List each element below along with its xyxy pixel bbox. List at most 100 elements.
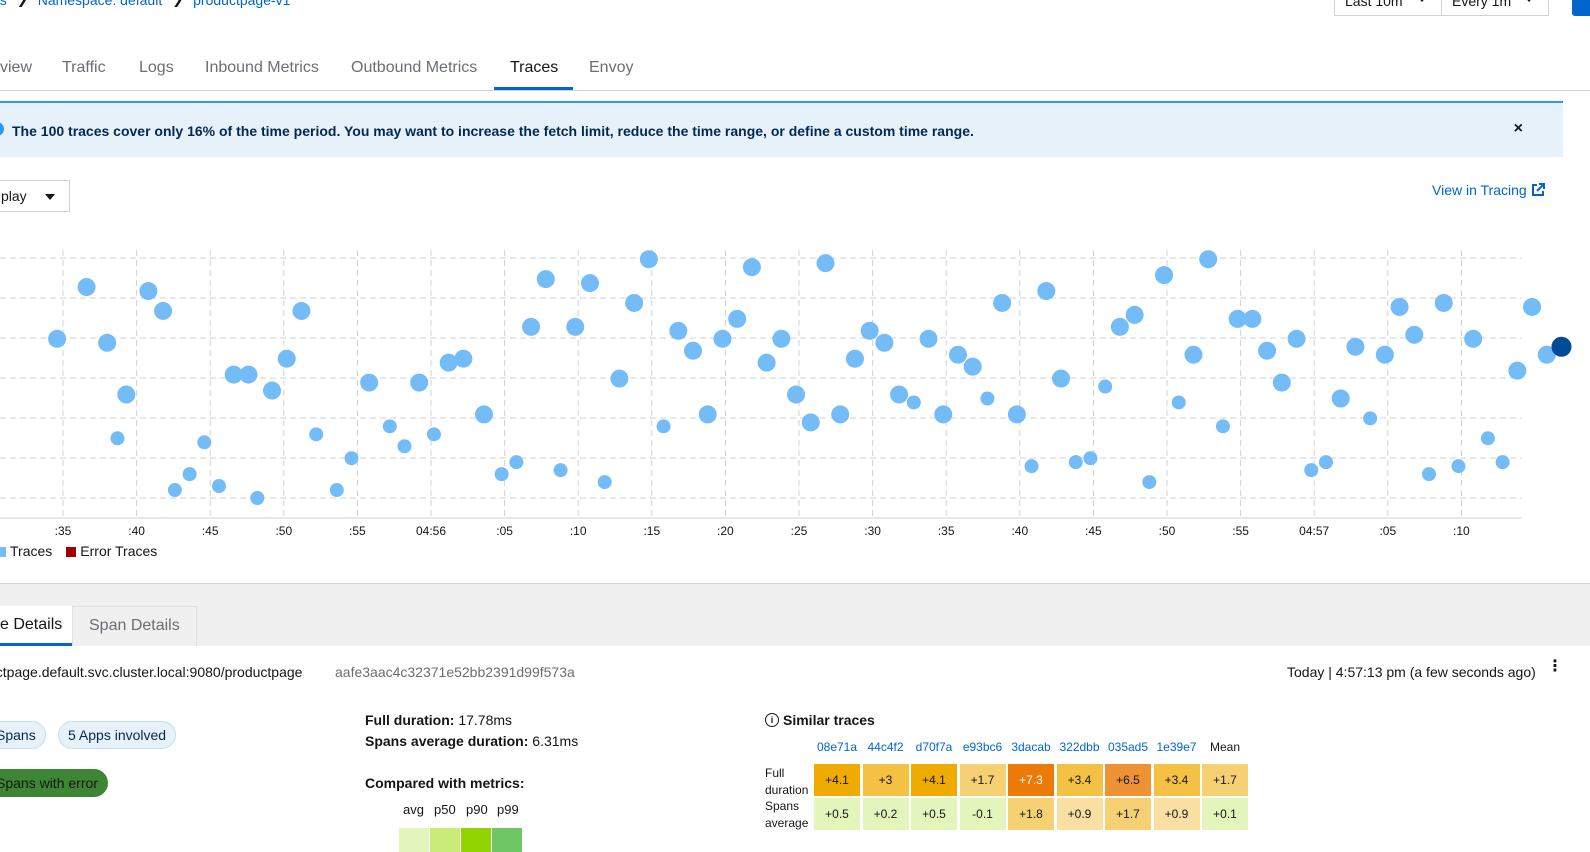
close-icon[interactable]: × (1514, 120, 1523, 138)
legend-item-error-traces[interactable]: Error Traces (66, 543, 157, 559)
spans-with-error-pill[interactable]: Spans with error (0, 769, 108, 797)
apps-involved-pill[interactable]: 5 Apps involved (58, 721, 177, 749)
trace-point[interactable] (948, 345, 967, 364)
trace-point[interactable] (890, 385, 909, 404)
trace-point[interactable] (212, 479, 227, 494)
trace-point[interactable] (1363, 411, 1378, 426)
similar-trace-link[interactable]: 322dbb (1056, 740, 1104, 754)
trace-point[interactable] (669, 321, 688, 340)
similar-trace-link[interactable]: d70f7a (910, 740, 958, 754)
similar-trace-link[interactable]: 3dacab (1007, 740, 1055, 754)
trace-point[interactable] (1272, 373, 1291, 392)
trace-point[interactable] (1495, 455, 1510, 470)
trace-point[interactable] (1464, 329, 1483, 348)
trace-point[interactable] (1480, 431, 1495, 446)
trace-point[interactable] (48, 329, 67, 348)
tab-logs[interactable]: Logs (123, 56, 190, 90)
trace-point[interactable] (1125, 305, 1144, 324)
trace-point[interactable] (1142, 475, 1157, 490)
trace-point[interactable] (566, 317, 585, 336)
kebab-menu-icon[interactable]: ⋮ (1547, 659, 1563, 675)
trace-point[interactable] (1331, 389, 1350, 408)
breadcrumb-item-workload[interactable]: productpage-v1 (193, 0, 290, 8)
trace-point[interactable] (1287, 329, 1306, 348)
similar-trace-link[interactable]: 44c4f2 (862, 740, 910, 754)
trace-point[interactable] (110, 431, 125, 446)
trace-point[interactable] (154, 301, 173, 320)
trace-point[interactable] (1110, 317, 1129, 336)
trace-point[interactable] (250, 491, 265, 505)
trace-point[interactable] (1171, 395, 1186, 410)
trace-point[interactable] (713, 329, 732, 348)
trace-point[interactable] (167, 483, 182, 498)
trace-point[interactable] (1434, 293, 1453, 312)
trace-point[interactable] (1375, 345, 1394, 364)
tab-span-details[interactable]: Span Details (72, 606, 197, 646)
tab-envoy[interactable]: Envoy (573, 56, 649, 90)
trace-point[interactable] (1258, 341, 1277, 360)
trace-point[interactable] (536, 270, 555, 289)
trace-point[interactable] (656, 419, 671, 434)
trace-point[interactable] (292, 301, 311, 320)
trace-point[interactable] (1405, 325, 1424, 344)
trace-point[interactable] (1199, 250, 1218, 269)
breadcrumb-item-namespace[interactable]: Namespace: default (38, 0, 163, 8)
trace-point[interactable] (553, 463, 568, 478)
time-range-select[interactable]: Last 10m (1334, 0, 1442, 16)
trace-point[interactable] (182, 467, 197, 482)
similar-trace-link[interactable]: 035ad5 (1104, 740, 1152, 754)
trace-point[interactable] (625, 293, 644, 312)
trace-point[interactable] (816, 254, 835, 273)
trace-point[interactable] (801, 413, 820, 432)
similar-trace-link[interactable]: 08e71a (813, 740, 861, 754)
breadcrumb-item-apps[interactable]: ds (0, 0, 7, 8)
trace-point[interactable] (1318, 455, 1333, 470)
trace-point[interactable] (1184, 345, 1203, 364)
trace-point[interactable] (906, 395, 921, 410)
trace-point[interactable] (963, 357, 982, 376)
trace-point[interactable] (860, 321, 879, 340)
trace-point[interactable] (698, 405, 717, 424)
trace-point[interactable] (1037, 282, 1056, 301)
trace-point[interactable] (1098, 379, 1113, 394)
trace-point[interactable] (1451, 459, 1466, 474)
trace-point[interactable] (728, 309, 747, 328)
trace-point[interactable] (410, 373, 429, 392)
legend-item-traces[interactable]: Traces (0, 543, 52, 559)
similar-trace-link[interactable]: 1e39e7 (1153, 740, 1201, 754)
trace-point[interactable] (1523, 297, 1542, 316)
view-in-tracing-link[interactable]: View in Tracing (1432, 182, 1545, 198)
trace-point[interactable] (1083, 451, 1098, 466)
spans-pill[interactable]: Spans (0, 721, 46, 749)
trace-point[interactable] (139, 282, 158, 301)
tab-trace-details[interactable]: e Details (0, 606, 79, 646)
similar-trace-link[interactable]: e93bc6 (959, 740, 1007, 754)
trace-point[interactable] (77, 278, 96, 297)
refresh-interval-select[interactable]: Every 1m (1441, 0, 1549, 16)
trace-point[interactable] (875, 333, 894, 352)
trace-point[interactable] (494, 467, 509, 482)
trace-point[interactable] (344, 451, 359, 466)
trace-point[interactable] (742, 258, 761, 277)
trace-point[interactable] (98, 333, 117, 352)
trace-point[interactable] (980, 391, 995, 406)
trace-point[interactable] (1052, 369, 1071, 388)
trace-point[interactable] (1068, 455, 1083, 470)
trace-point[interactable] (522, 317, 541, 336)
trace-point[interactable] (263, 381, 282, 400)
trace-point[interactable] (239, 365, 258, 384)
trace-point[interactable] (117, 385, 136, 404)
trace-point[interactable] (474, 405, 493, 424)
trace-point[interactable] (757, 353, 776, 372)
trace-point[interactable] (831, 405, 850, 424)
tab-overview[interactable]: view (0, 56, 48, 90)
trace-point[interactable] (329, 483, 344, 498)
trace-point[interactable] (360, 373, 379, 392)
trace-point[interactable] (1007, 405, 1026, 424)
trace-point[interactable] (309, 427, 324, 442)
tab-traces[interactable]: Traces (494, 56, 573, 90)
trace-point[interactable] (1024, 459, 1039, 474)
trace-point[interactable] (1304, 463, 1319, 478)
trace-point[interactable] (639, 250, 658, 269)
display-dropdown[interactable]: play (0, 180, 70, 212)
